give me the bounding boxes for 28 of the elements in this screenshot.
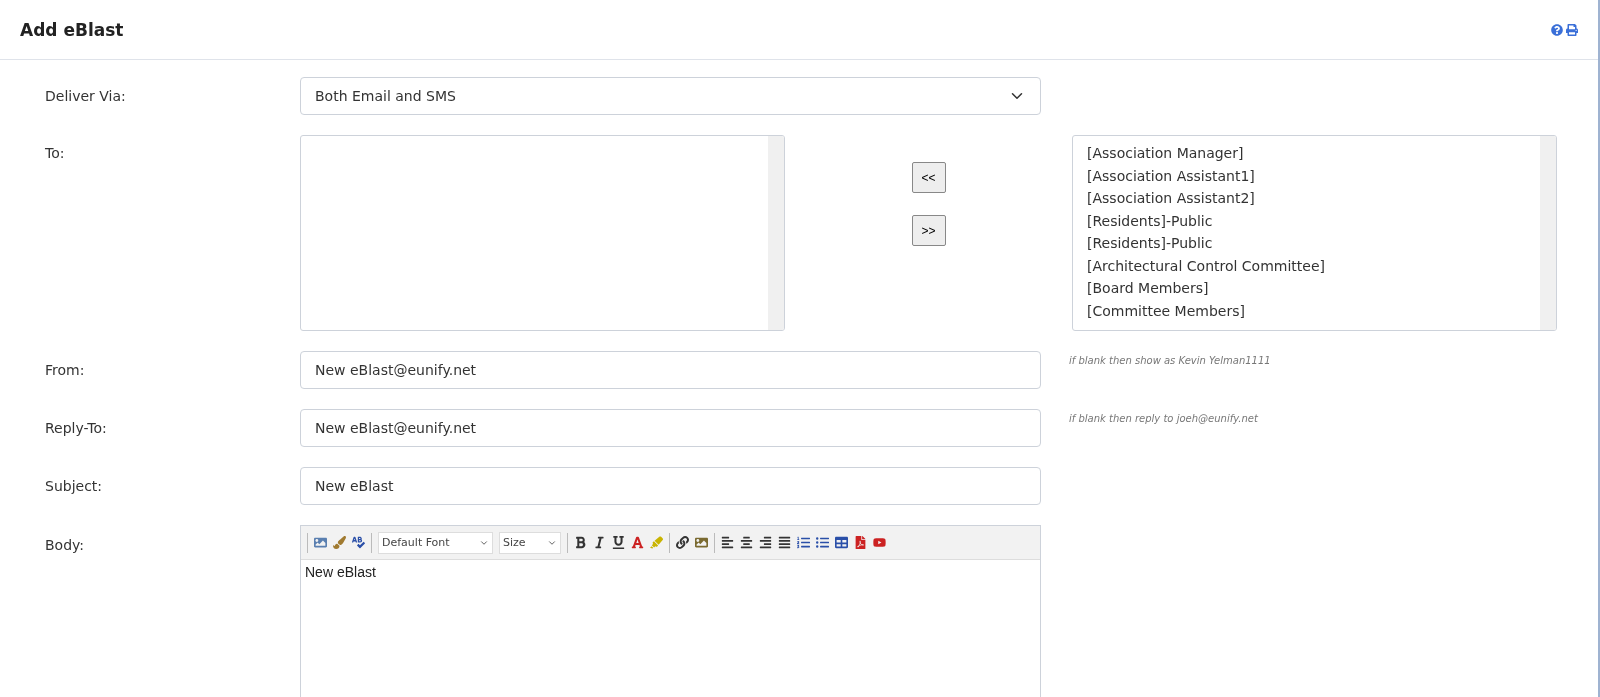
list-option[interactable]: [Association Manager] <box>1087 142 1526 165</box>
field-hint: if blank then reply to joeh@eunify.net <box>1068 412 1259 424</box>
editor-text: New eBlast <box>304 563 377 582</box>
list-option[interactable]: [Board Members] <box>1087 277 1526 300</box>
list-option[interactable]: [Committee Members] <box>1087 299 1526 322</box>
text-field[interactable]: New eBlast@eunify.net <box>300 351 1041 389</box>
page-title: Add eBlast <box>20 19 124 40</box>
field-label: From: <box>45 362 86 378</box>
field-label: Subject: <box>45 478 104 494</box>
text-field[interactable]: New eBlast@eunify.net <box>300 409 1041 447</box>
deliver-via-select[interactable]: Both Email and SMS <box>300 77 1041 115</box>
text-field[interactable]: New eBlast <box>300 467 1041 505</box>
field-hint: if blank then show as Kevin Yelman1111 <box>1068 354 1272 366</box>
rich-text-editor[interactable]: Default Font Size New eBlast <box>300 525 1041 697</box>
available-list[interactable]: [Association Manager] [Association Assistant1] [Association Assistant2] [Residents]-Public [Residents]-Public [Architectural Control Committee] [Board Members] [Committee Members] <box>1072 135 1557 331</box>
field-label: To: <box>45 144 66 161</box>
list-option[interactable]: [Residents]-Public <box>1087 209 1526 232</box>
list-option[interactable]: [Association Assistant1] <box>1087 164 1526 187</box>
list-option[interactable]: [Residents]-Public <box>1087 232 1526 255</box>
move-right-button[interactable]: >> <box>911 215 946 246</box>
list-option[interactable]: [Association Assistant2] <box>1087 187 1526 210</box>
field-label: Body: <box>45 536 86 553</box>
size-select[interactable]: Size <box>499 531 561 554</box>
field-label: Reply-To: <box>45 420 108 436</box>
move-left-button[interactable]: << <box>911 162 946 193</box>
font-select[interactable]: Default Font <box>378 531 493 554</box>
list-option[interactable]: [Architectural Control Committee] <box>1087 254 1526 277</box>
field-label: Deliver Via: <box>45 88 127 104</box>
